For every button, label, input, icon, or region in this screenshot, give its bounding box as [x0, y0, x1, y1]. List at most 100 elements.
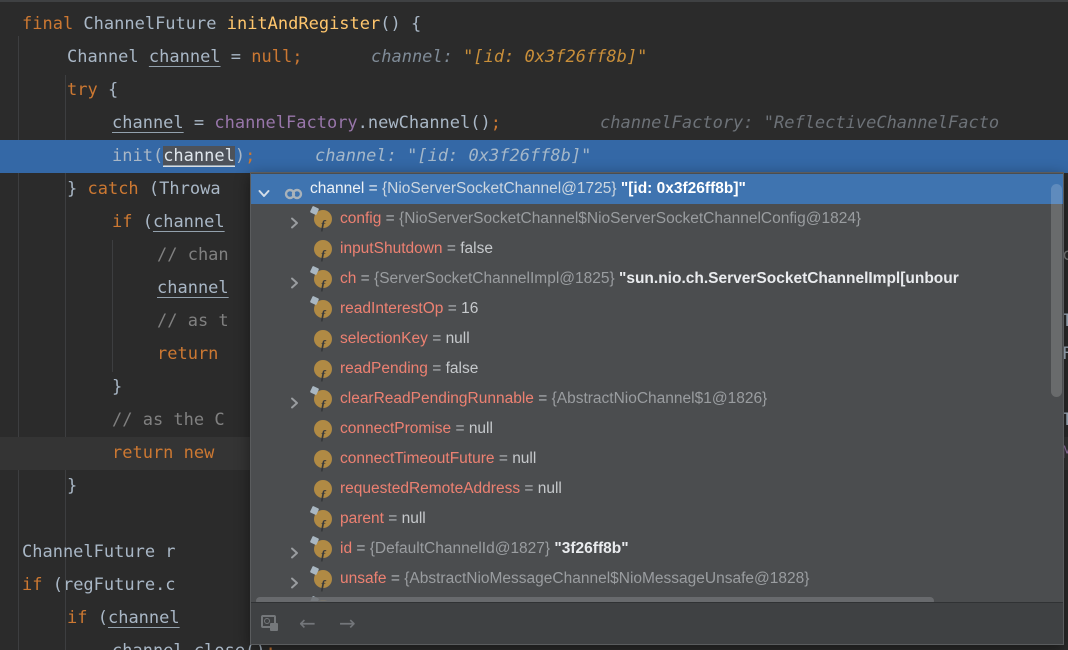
final-marker-icon — [309, 265, 320, 276]
code-token: channel — [112, 113, 184, 133]
code-token: = — [183, 113, 215, 133]
field-icon: f — [309, 205, 332, 232]
variable-value: null — [445, 330, 470, 347]
variable-name: channel — [310, 180, 365, 197]
code-token: } — [112, 377, 123, 397]
equals-sign: = — [442, 240, 461, 257]
variable-row[interactable]: f config = {NioServerSocketChannel$NioSer… — [251, 204, 1063, 234]
code-token: ; — [490, 113, 501, 133]
variable-row[interactable]: f readPending = false — [251, 354, 1063, 384]
code-token: // as the C — [112, 410, 225, 430]
code-line: channel = channelFactory.newChannel(); ch… — [0, 107, 1068, 140]
variable-row[interactable]: f id = {DefaultChannelId@1827} "3f26ff8b" — [251, 534, 1063, 564]
variable-row[interactable]: channel = {NioServerSocketChannel@1725} … — [251, 174, 1063, 204]
equals-sign: = — [520, 480, 538, 497]
code-token: channel — [163, 146, 235, 167]
final-marker-icon — [309, 505, 320, 516]
code-token: return new — [112, 443, 215, 463]
chevron-right-icon[interactable] — [287, 571, 301, 589]
equals-sign: = — [352, 540, 370, 557]
equals-sign: = — [451, 420, 469, 437]
code-token: channel — [152, 212, 225, 232]
back-arrow-icon[interactable]: ← — [299, 613, 316, 633]
chevron-right-icon[interactable] — [287, 211, 301, 229]
variable-name: id — [340, 540, 353, 557]
variable-row[interactable]: f unsafe = {AbstractNioMessageChannel$Nio… — [251, 564, 1063, 594]
inline-debugger-hint: channel: "[id: 0x3f26ff8b]" — [371, 47, 648, 67]
equals-sign: = — [533, 390, 552, 407]
code-token: } — [67, 179, 88, 199]
variable-row[interactable]: f connectTimeoutFuture = null — [251, 444, 1063, 474]
field-icon: f — [309, 265, 332, 292]
final-marker-icon — [309, 385, 320, 396]
variable-row[interactable]: f connectPromise = null — [251, 414, 1063, 444]
field-icon: f — [314, 330, 332, 352]
code-token: initAndRegister — [226, 14, 381, 34]
type-reference: {NioServerSocketChannel$NioServerSocketC… — [399, 210, 862, 227]
code-token: channel — [148, 47, 221, 67]
variable-name: clearReadPendingRunnable — [340, 390, 534, 407]
forward-arrow-icon[interactable]: → — [339, 613, 356, 633]
code-token: ; — [292, 47, 303, 67]
code-token: init( — [112, 146, 164, 166]
field-icon: f — [314, 480, 332, 502]
type-reference: {AbstractNioMessageChannel$NioMessageUns… — [404, 570, 810, 587]
popup-bottom-bar: ← → — [251, 602, 1063, 644]
code-line: init(channel); channel: "[id: 0x3f26ff8b]… — [0, 140, 1068, 173]
equals-sign: = — [381, 210, 400, 227]
ide-window: final ChannelFuture initAndRegister() {C… — [0, 0, 1068, 650]
code-token: { — [97, 80, 119, 100]
field-icon: f — [309, 565, 332, 592]
variable-value: false — [445, 360, 479, 377]
variable-row[interactable]: f inputShutdown = false — [251, 234, 1063, 264]
code-token: () { — [380, 14, 422, 34]
equals-sign: = — [386, 570, 405, 587]
chevron-right-icon[interactable] — [287, 541, 301, 559]
variable-value: "[id: 0x3f26ff8b]" — [620, 180, 746, 197]
code-token: channelFactory — [214, 113, 358, 133]
equals-sign: = — [443, 300, 462, 317]
code-token: ChannelFuture r — [22, 542, 176, 562]
variable-value: null — [537, 480, 562, 497]
editor-top-separator — [0, 0, 1068, 2]
field-icon: f — [314, 360, 332, 382]
code-token: final — [22, 14, 84, 34]
code-token: if — [67, 608, 88, 628]
final-marker-icon — [309, 565, 320, 576]
code-line: try { — [0, 74, 1068, 107]
code-token: null — [251, 47, 293, 67]
variable-value: null — [468, 420, 493, 437]
variable-row[interactable]: f readInterestOp = 16 — [251, 294, 1063, 324]
equals-sign: = — [427, 360, 446, 377]
chevron-right-icon[interactable] — [287, 391, 301, 409]
code-token: if — [112, 212, 133, 232]
variable-row[interactable]: f requestedRemoteAddress = null — [251, 474, 1063, 504]
code-token: if — [22, 575, 43, 595]
final-marker-icon — [309, 205, 320, 216]
chevron-right-icon[interactable] — [287, 271, 301, 289]
type-reference: {ServerSocketChannelImpl@1825} — [374, 270, 619, 287]
variable-row[interactable]: f parent = null — [251, 504, 1063, 534]
variable-value: null — [401, 510, 426, 527]
field-icon: f — [314, 450, 332, 472]
chevron-down-icon[interactable] — [257, 181, 271, 197]
equals-sign: = — [427, 330, 446, 347]
vertical-scrollbar[interactable] — [1051, 184, 1062, 397]
variables-tree[interactable]: channel = {NioServerSocketChannel@1725} … — [251, 173, 1063, 601]
code-token: ( — [132, 212, 153, 232]
variable-row[interactable]: f ch = {ServerSocketChannelImpl@1825} "su… — [251, 264, 1063, 294]
type-reference: {DefaultChannelId@1827} — [369, 540, 555, 557]
final-marker-icon — [309, 535, 320, 546]
code-token: = — [220, 47, 252, 67]
field-icon: f — [314, 240, 332, 262]
final-marker-icon — [309, 295, 320, 306]
inline-debugger-hint: channelFactory: "ReflectiveChannelFacto — [600, 113, 1000, 133]
code-token: ; — [245, 146, 256, 166]
debugger-variables-popup[interactable]: channel = {NioServerSocketChannel@1725} … — [250, 172, 1064, 645]
variable-row[interactable]: f selectionKey = null — [251, 324, 1063, 354]
open-in-variables-view-icon[interactable] — [261, 615, 279, 633]
variable-name: parent — [340, 510, 384, 527]
variable-row[interactable]: f clearReadPendingRunnable = {AbstractNio… — [251, 384, 1063, 414]
code-token: } — [67, 476, 78, 496]
field-icon: f — [309, 385, 332, 412]
